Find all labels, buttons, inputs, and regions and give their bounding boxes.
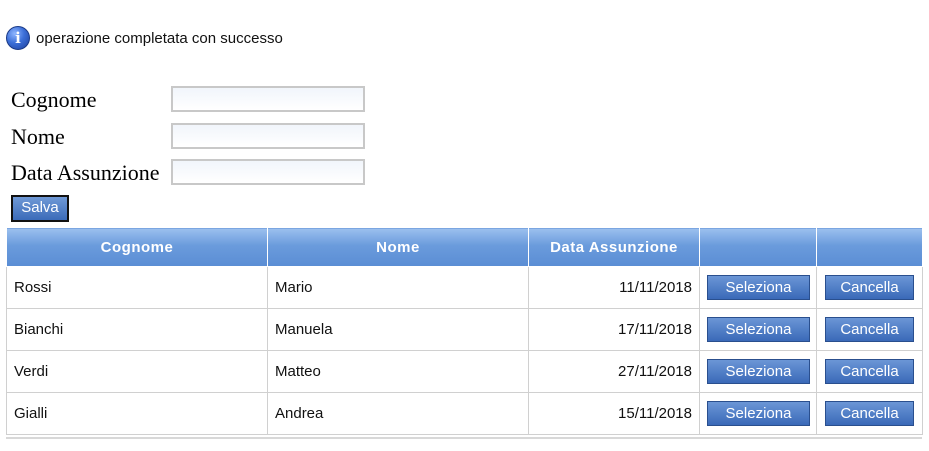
select-button[interactable]: Seleziona: [707, 359, 810, 384]
save-button[interactable]: Salva: [11, 195, 69, 222]
page: i operazione completata con successo Cog…: [0, 0, 929, 451]
cell-nome: Andrea: [267, 392, 529, 435]
cell-delete: Cancella: [816, 266, 923, 309]
select-button[interactable]: Seleziona: [707, 275, 810, 300]
select-button[interactable]: Seleziona: [707, 401, 810, 426]
cell-data-assunzione: 27/11/2018: [528, 350, 700, 393]
cell-cognome: Gialli: [6, 392, 268, 435]
success-message-text: operazione completata con successo: [36, 29, 283, 47]
nome-label: Nome: [11, 124, 65, 149]
info-icon-glyph: i: [15, 29, 21, 47]
cell-cognome: Verdi: [6, 350, 268, 393]
form-row-nome: Nome: [11, 123, 365, 151]
cognome-label: Cognome: [11, 87, 97, 112]
cell-data-assunzione: 11/11/2018: [528, 266, 700, 309]
table-bottom-border: [6, 437, 922, 439]
table-row: Gialli Andrea 15/11/2018 Seleziona Cance…: [6, 392, 923, 435]
table-row: Verdi Matteo 27/11/2018 Seleziona Cancel…: [6, 350, 923, 393]
table-row: Bianchi Manuela 17/11/2018 Seleziona Can…: [6, 308, 923, 351]
cell-cognome: Bianchi: [6, 308, 268, 351]
cell-select: Seleziona: [699, 266, 817, 309]
header-data-assunzione: Data Assunzione: [528, 227, 700, 267]
cognome-input[interactable]: [171, 86, 365, 112]
info-icon: i: [6, 26, 30, 50]
cell-delete: Cancella: [816, 308, 923, 351]
table-header-row: Cognome Nome Data Assunzione: [6, 227, 923, 267]
header-select-column: [699, 227, 817, 267]
cell-data-assunzione: 17/11/2018: [528, 308, 700, 351]
cell-delete: Cancella: [816, 350, 923, 393]
table-row: Rossi Mario 11/11/2018 Seleziona Cancell…: [6, 266, 923, 309]
cell-cognome: Rossi: [6, 266, 268, 309]
cell-nome: Manuela: [267, 308, 529, 351]
cell-select: Seleziona: [699, 308, 817, 351]
data-assunzione-label: Data Assunzione: [11, 160, 160, 185]
cell-select: Seleziona: [699, 392, 817, 435]
form-row-data-assunzione: Data Assunzione: [11, 159, 365, 187]
cell-nome: Matteo: [267, 350, 529, 393]
cell-nome: Mario: [267, 266, 529, 309]
cell-data-assunzione: 15/11/2018: [528, 392, 700, 435]
form-row-cognome: Cognome: [11, 86, 365, 114]
select-button[interactable]: Seleziona: [707, 317, 810, 342]
delete-button[interactable]: Cancella: [825, 401, 914, 426]
header-nome: Nome: [267, 227, 529, 267]
cell-select: Seleziona: [699, 350, 817, 393]
header-cognome: Cognome: [6, 227, 268, 267]
data-assunzione-input[interactable]: [171, 159, 365, 185]
header-delete-column: [816, 227, 923, 267]
delete-button[interactable]: Cancella: [825, 275, 914, 300]
cell-delete: Cancella: [816, 392, 923, 435]
employees-table: Cognome Nome Data Assunzione Rossi Mario…: [6, 227, 923, 435]
delete-button[interactable]: Cancella: [825, 359, 914, 384]
delete-button[interactable]: Cancella: [825, 317, 914, 342]
success-message: i operazione completata con successo: [6, 26, 283, 50]
nome-input[interactable]: [171, 123, 365, 149]
